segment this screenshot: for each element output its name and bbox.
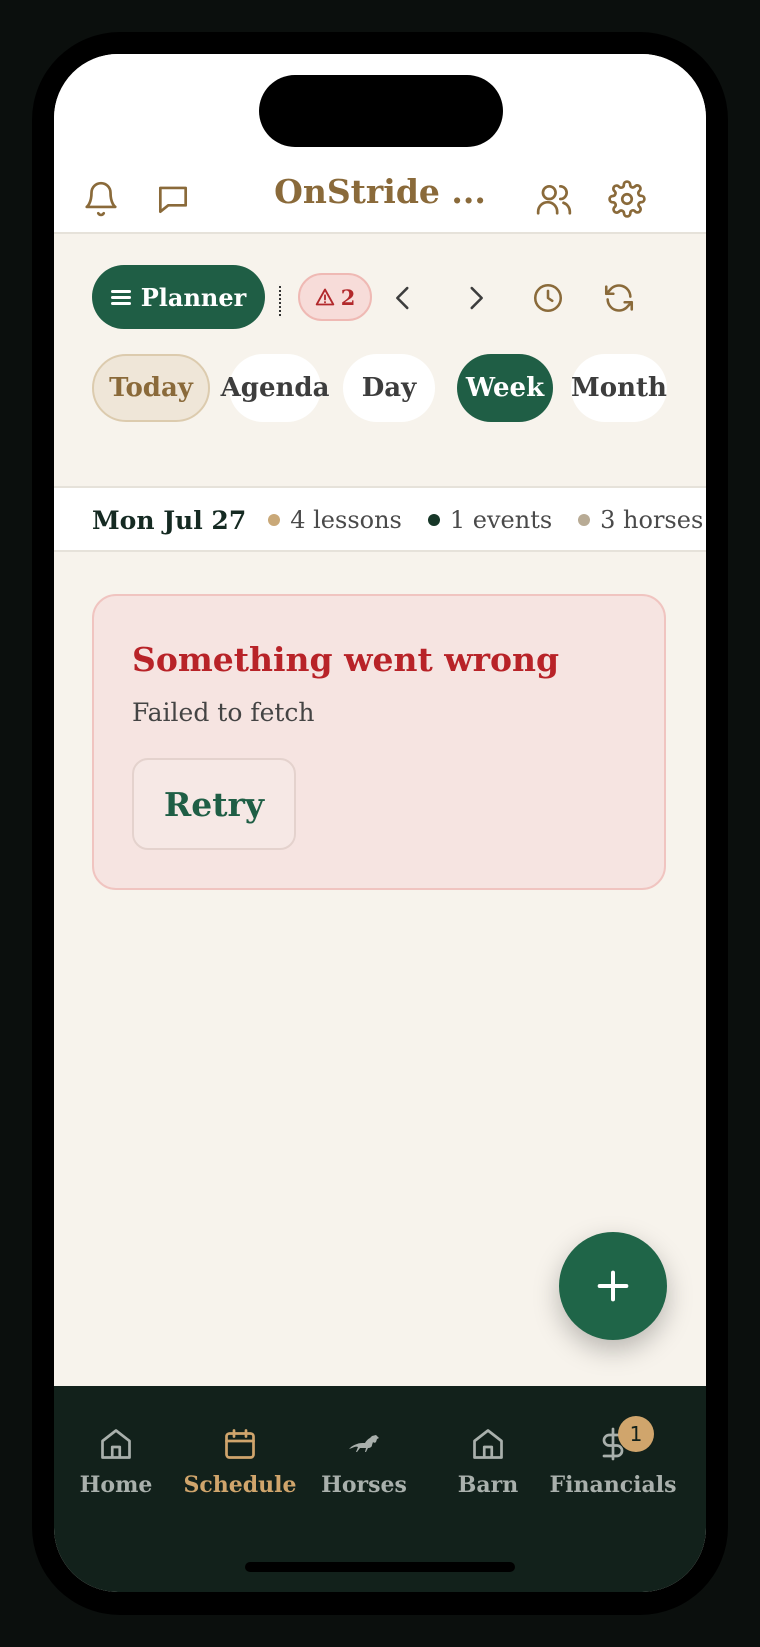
summary-events-label: 1 events — [449, 506, 553, 534]
nav-horses[interactable]: Horses — [299, 1424, 429, 1504]
planner-label: Planner — [140, 282, 247, 312]
day-summary-strip: Mon Jul 27 4 lessons 1 events 3 horses — [54, 488, 706, 552]
events-dot-icon — [427, 514, 440, 526]
nav-financials[interactable]: Financials 1 — [548, 1416, 678, 1504]
app-screen: OnStride ... Planner 2 Today Agenda Day … — [54, 54, 706, 1592]
error-title: Something went wrong — [132, 640, 560, 679]
summary-events: 1 events — [427, 506, 553, 534]
horse-icon — [344, 1424, 384, 1464]
clock-icon[interactable] — [529, 279, 567, 317]
add-fab-button[interactable] — [559, 1232, 667, 1340]
plus-icon — [597, 1270, 629, 1302]
alert-count: 2 — [340, 284, 356, 310]
nav-home[interactable]: Home — [54, 1424, 181, 1504]
nav-horses-label: Horses — [321, 1472, 407, 1498]
view-month-tab[interactable]: Month — [571, 354, 667, 422]
refresh-icon[interactable] — [600, 279, 638, 317]
financials-badge: 1 — [618, 1416, 654, 1452]
error-message: Failed to fetch — [132, 698, 315, 727]
chevron-right-icon[interactable] — [457, 279, 495, 317]
summary-date: Mon Jul 27 — [92, 505, 247, 535]
app-title: OnStride ... — [274, 172, 486, 211]
nav-home-label: Home — [79, 1472, 153, 1498]
calendar-icon — [220, 1424, 260, 1464]
error-card: Something went wrong Failed to fetch Ret… — [92, 594, 666, 890]
summary-horses-label: 3 horses — [600, 506, 704, 534]
view-agenda-tab[interactable]: Agenda — [221, 354, 329, 422]
menu-icon — [110, 287, 131, 308]
dynamic-island — [259, 75, 503, 147]
nav-financials-label: Financials — [549, 1472, 677, 1498]
planner-button[interactable]: Planner — [92, 265, 265, 329]
warning-icon — [315, 288, 334, 306]
nav-barn[interactable]: Barn — [423, 1424, 553, 1504]
alert-badge-button[interactable]: 2 — [298, 273, 372, 321]
chat-icon[interactable] — [153, 179, 193, 219]
retry-button[interactable]: Retry — [132, 758, 296, 850]
gear-icon[interactable] — [607, 179, 647, 219]
bell-icon[interactable] — [81, 179, 121, 219]
lessons-dot-icon — [268, 514, 281, 526]
planner-toolbar: Planner 2 Today Agenda Day Week Month — [54, 236, 706, 488]
summary-lessons-label: 4 lessons — [290, 506, 402, 534]
view-day-tab[interactable]: Day — [343, 354, 435, 422]
horses-dot-icon — [578, 514, 591, 526]
toolbar-separator — [279, 286, 281, 316]
view-week-tab[interactable]: Week — [457, 354, 553, 422]
home-icon — [96, 1424, 136, 1464]
chevron-left-icon[interactable] — [384, 279, 422, 317]
barn-icon — [468, 1424, 508, 1464]
nav-schedule[interactable]: Schedule — [175, 1424, 305, 1504]
nav-schedule-label: Schedule — [183, 1472, 297, 1498]
view-today-button[interactable]: Today — [92, 354, 210, 422]
users-icon[interactable] — [534, 179, 574, 219]
home-indicator — [245, 1562, 515, 1572]
summary-horses: 3 horses — [578, 506, 703, 534]
nav-barn-label: Barn — [457, 1472, 519, 1498]
summary-lessons: 4 lessons — [268, 506, 402, 534]
